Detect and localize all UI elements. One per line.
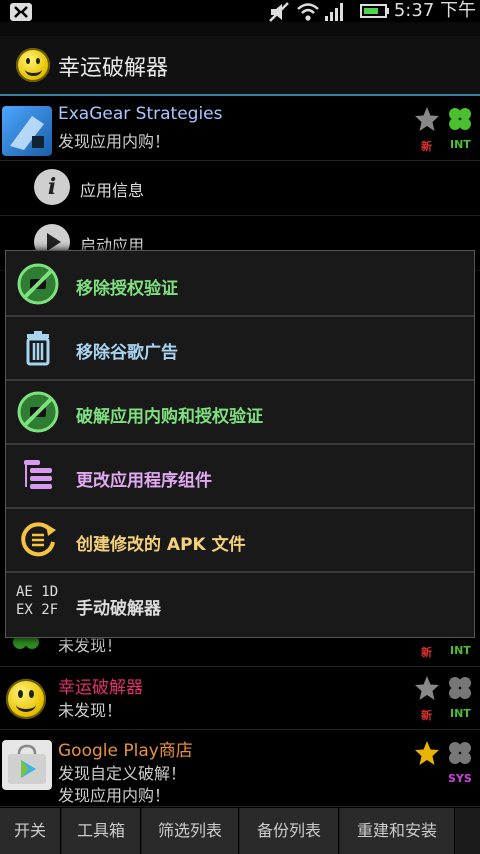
mute-icon — [269, 2, 289, 22]
google-play-app-icon — [2, 740, 52, 790]
new-tag: 新 — [421, 140, 432, 153]
page-title: 幸运破解器 — [58, 56, 169, 81]
tab-switches[interactable]: 开关 — [0, 808, 61, 854]
list-item[interactable]: Google Play商店 发现自定义破解！ 发现应用内购！ SYS — [0, 730, 480, 807]
list-item[interactable]: 幸运破解器 未发现！ 新 INT — [0, 667, 480, 730]
remove-license-item[interactable]: 移除授权验证 — [6, 253, 474, 317]
lucky-patcher-logo — [16, 48, 50, 82]
rebuild-apk-icon — [21, 522, 56, 557]
hex-line-2: EX 2F — [16, 602, 59, 618]
patch-menu-dialog: 移除授权验证 移除谷歌广告 破解应用内购和授权验证 更改应用程序组件 创建修改的… — [5, 250, 475, 638]
change-components-label: 更改应用程序组件 — [76, 471, 212, 491]
hex-patch-icon: AE 1D EX 2F — [16, 583, 72, 619]
action-bar: 幸运破解器 — [0, 36, 480, 94]
app-name: 幸运破解器 — [58, 678, 143, 698]
app-status: 未发现！ — [58, 701, 123, 720]
int-tag: INT — [450, 644, 471, 657]
int-tag: INT — [450, 138, 471, 151]
app-info-label: 应用信息 — [80, 181, 145, 200]
tab-backup[interactable]: 备份列表 — [240, 808, 339, 854]
star-icon — [415, 676, 439, 700]
manual-patcher-item[interactable]: AE 1D EX 2F 手动破解器 — [6, 573, 474, 635]
star-icon — [415, 107, 439, 131]
app-name: ExaGear Strategies — [58, 104, 223, 124]
obscured-row — [0, 22, 480, 37]
wifi-icon — [297, 3, 319, 21]
int-tag: INT — [450, 707, 471, 720]
patch-iap-license-label: 破解应用内购和授权验证 — [76, 407, 263, 427]
clover-icon — [449, 677, 471, 699]
status-time: 5:37 下午 — [393, 0, 476, 21]
action-bar-divider — [0, 94, 480, 96]
app-info-item[interactable]: i 应用信息 — [0, 161, 480, 216]
sys-tag: SYS — [448, 772, 472, 785]
components-icon — [24, 460, 52, 489]
hex-line-1: AE 1D — [16, 584, 59, 600]
tab-filter[interactable]: 筛选列表 — [142, 808, 239, 854]
tab-rebuild-install[interactable]: 重建和安装 — [340, 808, 455, 854]
new-tag: 新 — [421, 709, 432, 722]
battery-icon — [360, 4, 389, 18]
clover-icon — [449, 742, 471, 764]
remove-license-label: 移除授权验证 — [76, 279, 178, 299]
new-tag: 新 — [421, 646, 432, 659]
trash-icon — [26, 331, 50, 366]
create-apk-label: 创建修改的 APK 文件 — [76, 535, 246, 555]
no-license-icon — [17, 391, 59, 433]
lucky-patcher-app-icon — [6, 679, 46, 719]
signal-icon — [325, 3, 343, 21]
app-status: 发现自定义破解！ — [58, 764, 187, 783]
patch-iap-license-item[interactable]: 破解应用内购和授权验证 — [6, 381, 474, 445]
app-notification-icon — [10, 3, 32, 21]
list-item[interactable]: ExaGear Strategies 发现应用内购！ 新 INT — [0, 98, 480, 161]
status-bar: 5:37 下午 — [0, 0, 480, 22]
app-status: 发现应用内购！ — [58, 132, 171, 151]
create-apk-item[interactable]: 创建修改的 APK 文件 — [6, 509, 474, 573]
change-components-item[interactable]: 更改应用程序组件 — [6, 445, 474, 509]
no-license-icon — [17, 263, 59, 305]
star-icon — [415, 741, 439, 765]
clover-icon — [449, 108, 471, 130]
exagear-app-icon — [2, 106, 52, 156]
info-icon: i — [34, 169, 70, 205]
app-name: Google Play商店 — [58, 741, 193, 761]
tab-toolbox[interactable]: 工具箱 — [62, 808, 141, 854]
manual-patcher-label: 手动破解器 — [76, 599, 161, 619]
app-status: 发现应用内购！ — [58, 786, 171, 805]
remove-ads-label: 移除谷歌广告 — [76, 343, 178, 363]
bottom-tab-bar: 开关 工具箱 筛选列表 备份列表 重建和安装 — [0, 808, 480, 854]
remove-ads-item[interactable]: 移除谷歌广告 — [6, 317, 474, 381]
